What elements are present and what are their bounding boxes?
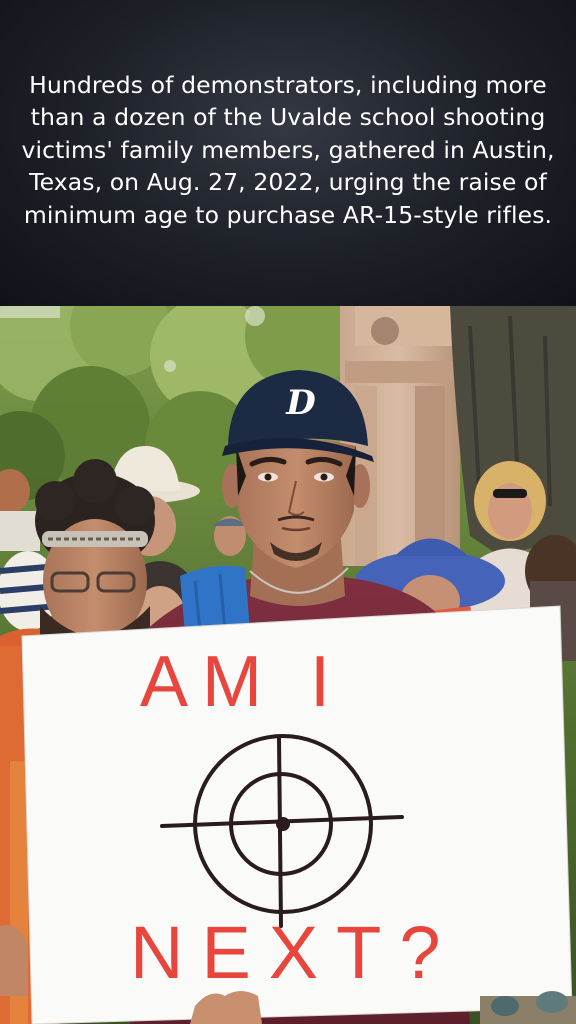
crosshair-center (276, 817, 290, 831)
caption-panel: Hundreds of demonstrators, including mor… (0, 0, 576, 306)
sign-line-next: NEXT? (130, 911, 459, 994)
protest-scene: D AM I NEXT? (0, 306, 576, 1024)
sign-line-am-i: AM I (140, 642, 344, 722)
protest-sign: AM I NEXT? (0, 605, 573, 1024)
protest-photo: D AM I NEXT? (0, 306, 576, 1024)
cap-logo: D (285, 383, 316, 423)
caption-text: Hundreds of demonstrators, including mor… (21, 70, 555, 229)
